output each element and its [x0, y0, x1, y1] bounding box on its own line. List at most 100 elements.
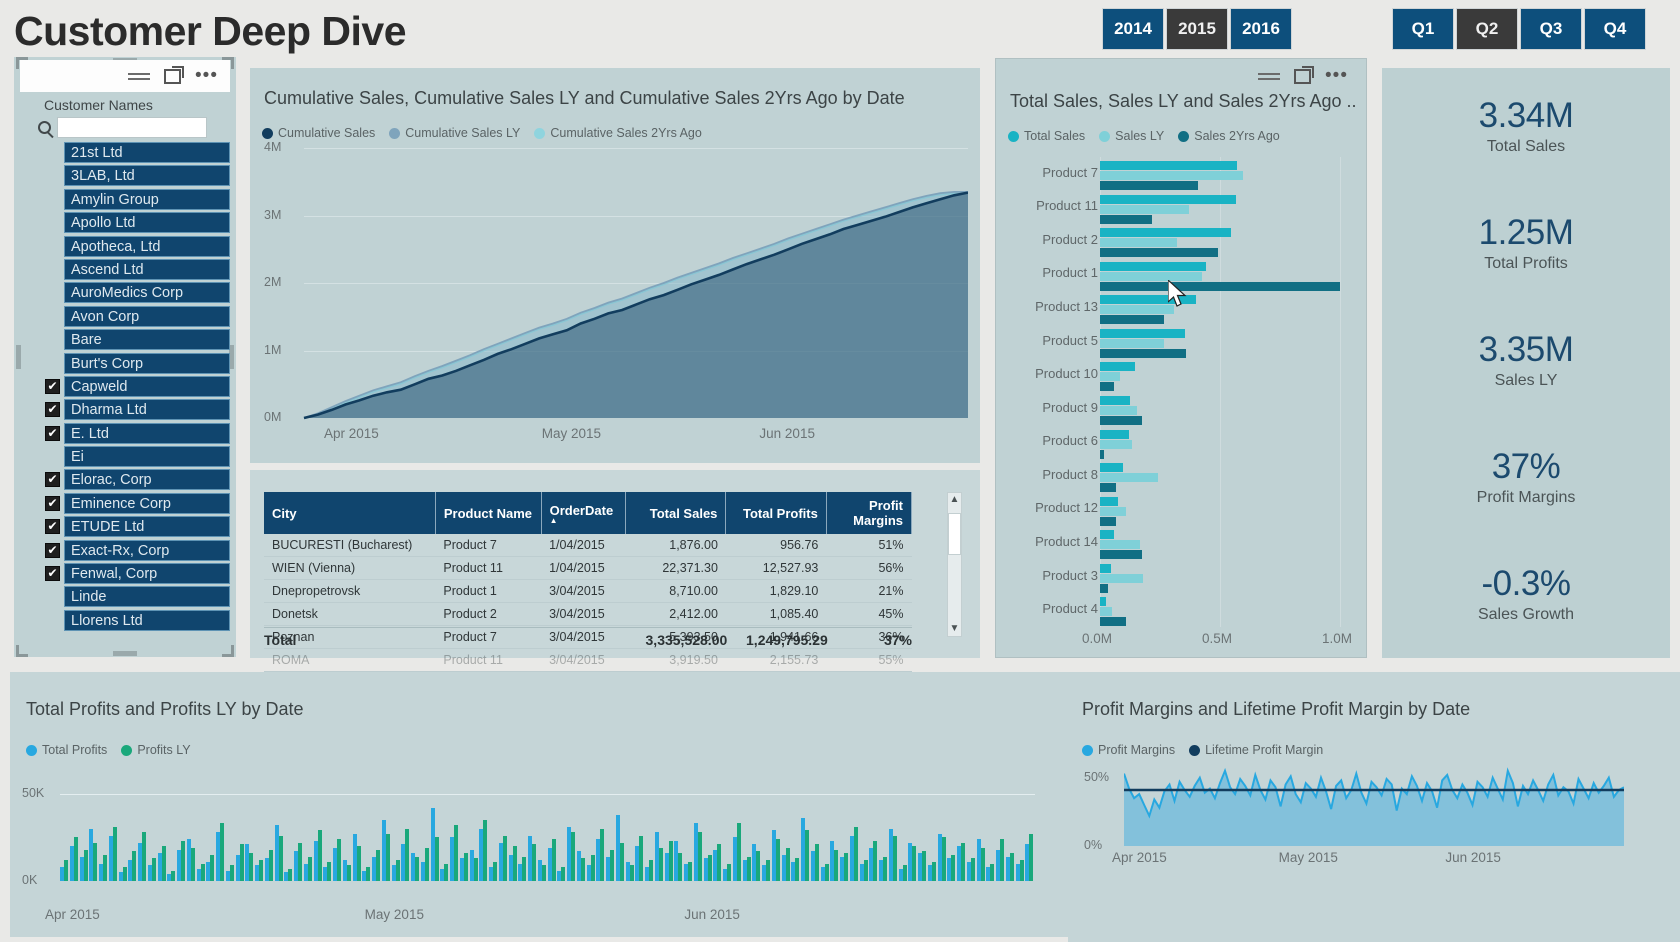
- legend-item[interactable]: Cumulative Sales 2Yrs Ago: [534, 126, 702, 140]
- bar-segment[interactable]: [1100, 238, 1177, 248]
- bar-segment[interactable]: [1100, 214, 1152, 224]
- bar-group[interactable]: Product 7: [1008, 157, 1356, 191]
- bar-group[interactable]: Product 6: [1008, 426, 1356, 460]
- legend-item[interactable]: Sales 2Yrs Ago: [1178, 129, 1280, 143]
- table-column-header[interactable]: City: [264, 492, 436, 534]
- slicer-item[interactable]: Ascend Ltd: [64, 258, 230, 282]
- profit-bar[interactable]: [346, 865, 351, 881]
- profit-bar[interactable]: [142, 832, 147, 881]
- bar-segment[interactable]: [1100, 261, 1206, 271]
- search-input[interactable]: [57, 117, 207, 138]
- profit-bar[interactable]: [112, 826, 117, 881]
- slicer-item[interactable]: Apotheca, Ltd: [64, 235, 230, 259]
- slicer-item-label[interactable]: Amylin Group: [64, 188, 230, 210]
- profit-bar[interactable]: [551, 839, 556, 881]
- legend-item[interactable]: Profits LY: [121, 743, 191, 757]
- profit-bar[interactable]: [951, 854, 956, 881]
- slicer-item-label[interactable]: Capweld: [64, 375, 230, 397]
- profit-bar[interactable]: [405, 828, 410, 881]
- table-row[interactable]: Dnepropetrovsk Product 1 3/04/2015 8,710.00…: [264, 579, 912, 603]
- bar-segment[interactable]: [1100, 496, 1118, 506]
- slicer-item[interactable]: ✔ Eminence Corp: [45, 492, 230, 516]
- profit-bar[interactable]: [210, 854, 215, 881]
- legend-item[interactable]: Sales LY: [1099, 129, 1164, 143]
- profit-bar[interactable]: [454, 825, 459, 881]
- profit-bar[interactable]: [200, 863, 205, 881]
- profit-bar[interactable]: [610, 849, 615, 881]
- bar-segment[interactable]: [1100, 338, 1164, 348]
- slicer-item-label[interactable]: Eminence Corp: [64, 492, 230, 514]
- kpi-card[interactable]: 3.34M Total Sales: [1382, 96, 1670, 156]
- slicer-item[interactable]: Avon Corp: [64, 305, 230, 329]
- profit-bar[interactable]: [990, 863, 995, 881]
- slicer-item-label[interactable]: Fenwal, Corp: [64, 563, 230, 585]
- profit-bar[interactable]: [64, 860, 69, 881]
- profit-bar[interactable]: [727, 863, 732, 881]
- slicer-item-list[interactable]: 21st Ltd 3LAB, Ltd Amylin Group Apollo Ltd A…: [45, 142, 230, 633]
- profit-bar[interactable]: [668, 840, 673, 881]
- slicer-item[interactable]: Bare: [64, 329, 230, 352]
- quarter-button-q3[interactable]: Q3: [1520, 8, 1582, 50]
- profit-bar[interactable]: [327, 861, 332, 881]
- bar-group[interactable]: Product 3: [1008, 560, 1356, 594]
- profit-bar[interactable]: [961, 842, 966, 881]
- bar-segment[interactable]: [1100, 563, 1111, 573]
- legend-item[interactable]: Lifetime Profit Margin: [1189, 743, 1323, 757]
- profit-bar[interactable]: [629, 865, 634, 881]
- bar-group[interactable]: Product 12: [1008, 493, 1356, 527]
- profit-bar[interactable]: [434, 837, 439, 881]
- slicer-item[interactable]: Burt's Corp: [64, 352, 230, 376]
- slicer-item-label[interactable]: Linde: [64, 586, 230, 608]
- profit-bar[interactable]: [132, 851, 137, 881]
- bar-segment[interactable]: [1100, 315, 1164, 325]
- bar-segment[interactable]: [1100, 362, 1135, 372]
- sales-detail-table-panel[interactable]: City Product Name OrderDate ▲ Total Sales Tot…: [250, 470, 980, 672]
- profit-bar[interactable]: [805, 830, 810, 881]
- checkbox-checked-icon[interactable]: ✔: [45, 566, 60, 582]
- profit-bar[interactable]: [502, 835, 507, 881]
- profit-bar[interactable]: [278, 835, 283, 881]
- profit-bar[interactable]: [717, 844, 722, 881]
- profit-bar[interactable]: [83, 849, 88, 881]
- legend-item[interactable]: Cumulative Sales LY: [389, 126, 520, 140]
- slicer-item-label[interactable]: AuroMedics Corp: [64, 282, 230, 304]
- bar-segment[interactable]: [1100, 530, 1115, 540]
- profit-bar[interactable]: [181, 840, 186, 881]
- resize-handle-bottom[interactable]: [113, 651, 137, 656]
- focus-mode-icon[interactable]: [1294, 65, 1315, 84]
- profit-bar[interactable]: [1019, 860, 1024, 881]
- profit-margins-chart[interactable]: Profit Margins and Lifetime Profit Margi…: [1068, 672, 1680, 942]
- profit-bar[interactable]: [1000, 839, 1005, 881]
- kpi-card[interactable]: 1.25M Total Profits: [1382, 213, 1670, 273]
- bar-segment[interactable]: [1100, 583, 1109, 593]
- more-options-icon[interactable]: •••: [195, 66, 218, 85]
- slicer-item-label[interactable]: Ei: [64, 446, 230, 468]
- bar-segment[interactable]: [1100, 328, 1186, 338]
- profit-bar[interactable]: [892, 835, 897, 881]
- profit-bar[interactable]: [151, 858, 156, 881]
- profit-bar[interactable]: [619, 842, 624, 881]
- bar-segment[interactable]: [1100, 483, 1116, 493]
- profit-bar[interactable]: [541, 865, 546, 881]
- profit-bar[interactable]: [697, 832, 702, 881]
- profit-bar[interactable]: [912, 846, 917, 881]
- scroll-up-arrow[interactable]: ▲: [948, 493, 961, 507]
- slicer-item-label[interactable]: Ascend Ltd: [64, 258, 230, 280]
- slicer-item-label[interactable]: Apotheca, Ltd: [64, 235, 230, 257]
- checkbox-checked-icon[interactable]: ✔: [45, 542, 60, 558]
- profit-bar[interactable]: [385, 833, 390, 881]
- profit-bar[interactable]: [171, 870, 176, 881]
- slicer-item[interactable]: Amylin Group: [64, 188, 230, 212]
- slicer-item-label[interactable]: Elorac, Corp: [64, 469, 230, 491]
- profit-bar[interactable]: [873, 840, 878, 881]
- profit-bar[interactable]: [746, 856, 751, 881]
- cumulative-sales-chart[interactable]: Cumulative Sales, Cumulative Sales LY an…: [250, 68, 980, 463]
- profit-bar[interactable]: [863, 860, 868, 881]
- profit-bar[interactable]: [824, 863, 829, 881]
- slicer-item[interactable]: Ei: [64, 446, 230, 469]
- kpi-card[interactable]: -0.3% Sales Growth: [1382, 564, 1670, 624]
- profit-bar[interactable]: [229, 865, 234, 881]
- slicer-item[interactable]: Apollo Ltd: [64, 212, 230, 235]
- table-column-header[interactable]: Total Profits: [725, 492, 827, 534]
- profit-bar[interactable]: [580, 858, 585, 881]
